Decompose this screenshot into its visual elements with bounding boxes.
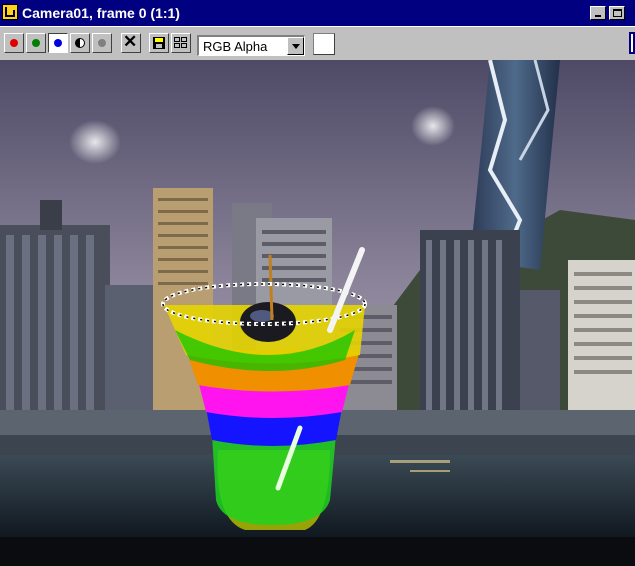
maximize-button[interactable] [609, 6, 625, 20]
render-viewport[interactable] [0, 60, 635, 537]
title-bar[interactable]: Camera01, frame 0 (1:1) [0, 0, 635, 26]
blue-dot-icon [54, 39, 62, 47]
channel-select[interactable]: RGB Alpha [197, 35, 305, 56]
channel-select-value: RGB Alpha [203, 39, 268, 54]
viewport-bottom-strip [0, 537, 635, 566]
mono-channel-button[interactable] [92, 33, 112, 53]
gray-dot-icon [98, 39, 106, 47]
half-circle-icon [75, 38, 85, 48]
maximize-icon [613, 9, 622, 17]
clear-button[interactable]: ✕ [121, 33, 141, 53]
toolbar: ✕ RGB Alpha [0, 26, 635, 60]
adjacent-window-edge [629, 32, 635, 54]
red-dot-icon [10, 39, 18, 47]
red-channel-button[interactable] [4, 33, 24, 53]
close-x-icon: ✕ [123, 32, 138, 51]
save-disk-icon [153, 37, 165, 49]
minimize-icon [595, 15, 601, 17]
app-icon[interactable] [2, 4, 18, 20]
save-button[interactable] [149, 33, 169, 53]
clone-window-icon [174, 37, 188, 49]
blue-channel-button[interactable] [48, 33, 68, 53]
green-dot-icon [32, 39, 40, 47]
window-title: Camera01, frame 0 (1:1) [22, 5, 180, 21]
rendered-frame-image [0, 60, 635, 537]
background-color-swatch[interactable] [313, 33, 335, 55]
alpha-channel-button[interactable] [70, 33, 90, 53]
chevron-down-icon[interactable] [287, 37, 304, 55]
minimize-button[interactable] [590, 6, 606, 20]
green-channel-button[interactable] [26, 33, 46, 53]
clone-button[interactable] [171, 33, 191, 53]
